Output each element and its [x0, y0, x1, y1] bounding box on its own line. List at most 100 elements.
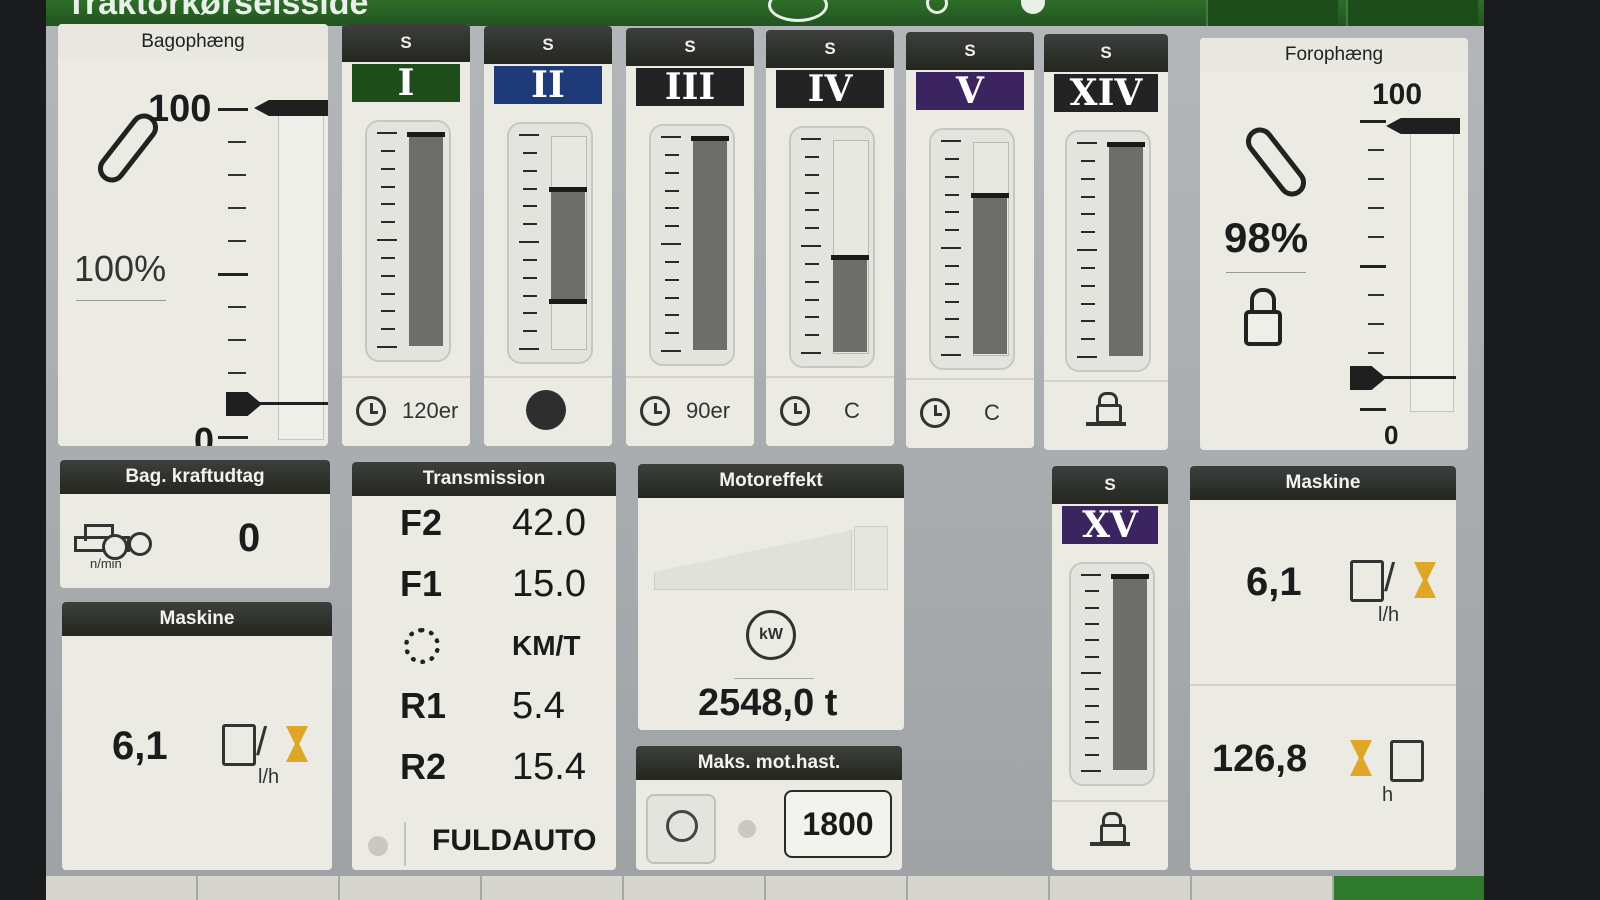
- gauge-tick: [381, 274, 395, 277]
- gear-icon: [404, 628, 440, 664]
- valve-footer[interactable]: 120er: [342, 376, 470, 446]
- gauge-tick: [805, 155, 819, 158]
- fuel-pump-icon: [1350, 560, 1384, 602]
- valve-footer[interactable]: [484, 376, 612, 446]
- gauge-tick: [381, 167, 395, 170]
- valve-i-panel[interactable]: S I 120er: [342, 24, 470, 446]
- gauge-tick: [1085, 704, 1099, 707]
- gauge-tick: [661, 136, 681, 138]
- engine-kw-icon: kW: [746, 610, 796, 660]
- transmission-mode[interactable]: FULDAUTO: [432, 824, 596, 858]
- valve-flow-gauge[interactable]: [649, 124, 735, 366]
- valve-footer[interactable]: [1044, 380, 1168, 450]
- gauge-flow-fill: [1113, 576, 1147, 770]
- valve-flow-gauge[interactable]: [365, 120, 451, 362]
- softkey-9[interactable]: [1192, 876, 1334, 900]
- valve-footer[interactable]: C: [906, 378, 1034, 448]
- max-engine-speed-panel[interactable]: Maks. mot.hast. 1800: [636, 746, 902, 870]
- max-engine-speed-header: Maks. mot.hast.: [636, 746, 902, 780]
- valve-flow-gauge[interactable]: [929, 128, 1015, 370]
- rear-hitch-panel[interactable]: Bagophæng 100 100% 0: [58, 24, 328, 446]
- gauge-tick: [1085, 688, 1099, 691]
- valve-footer-text: 120er: [402, 398, 459, 423]
- gauge-tick: [665, 260, 679, 263]
- machine-left-value: 6,1: [112, 724, 168, 768]
- valve-flow-gauge[interactable]: [789, 126, 875, 368]
- rear-hitch-lower-limit-marker[interactable]: [226, 392, 262, 416]
- machine-left-header: Maskine: [62, 602, 332, 636]
- gauge-flow-fill: [693, 138, 727, 350]
- status-icon[interactable]: [926, 0, 948, 14]
- machine-left-panel[interactable]: Maskine 6,1 / l/h: [62, 602, 332, 870]
- transmission-header: Transmission: [352, 462, 616, 496]
- hourglass-icon: [1414, 562, 1436, 598]
- engine-speed-icon[interactable]: [646, 794, 716, 864]
- front-hitch-header: Forophæng: [1200, 38, 1468, 72]
- front-hitch-position-marker[interactable]: [1386, 118, 1460, 134]
- valve-section-label: S: [1044, 34, 1168, 72]
- topbar-button-1[interactable]: [1206, 0, 1338, 26]
- valve-iv-panel[interactable]: S IV C: [766, 30, 894, 446]
- softkey-6[interactable]: [766, 876, 908, 900]
- rear-hitch-position-marker[interactable]: [254, 100, 328, 116]
- valve-footer[interactable]: [1052, 800, 1168, 870]
- valve-iii-panel[interactable]: S III 90er: [626, 28, 754, 446]
- max-engine-speed-value-box[interactable]: 1800: [784, 790, 892, 858]
- clock-icon: [920, 398, 950, 428]
- page-title: Traktorkørselsside: [66, 0, 369, 22]
- softkey-4[interactable]: [482, 876, 624, 900]
- info-icon[interactable]: [1021, 0, 1045, 14]
- transmission-speed-unit: KM/T: [512, 630, 581, 661]
- tractor-screen: Traktorkørselsside Bagophæng 100 100% 0: [46, 0, 1484, 900]
- softkey-5[interactable]: [624, 876, 766, 900]
- valve-footer[interactable]: C: [766, 376, 894, 446]
- valve-xiv-panel[interactable]: S XIV: [1044, 34, 1168, 450]
- valve-ii-panel[interactable]: S II: [484, 26, 612, 446]
- machine-right-panel[interactable]: Maskine 6,1 / l/h 126,8 h: [1190, 466, 1456, 870]
- valve-footer[interactable]: 90er: [626, 376, 754, 446]
- gauge-tick: [1081, 266, 1095, 269]
- softkey-2[interactable]: [198, 876, 340, 900]
- valve-number-badge: I: [352, 64, 460, 102]
- gauge-tick: [1081, 177, 1095, 180]
- gauge-tick: [1077, 142, 1097, 144]
- steering-icon[interactable]: [768, 0, 828, 22]
- softkey-1[interactable]: [46, 876, 198, 900]
- gauge-tick: [805, 227, 819, 230]
- engine-power-panel[interactable]: Motoreffekt kW 2548,0 t: [638, 464, 904, 730]
- gauge-flow-marker: [691, 136, 729, 141]
- valve-flow-gauge[interactable]: [507, 122, 593, 364]
- valve-section-label: S: [1052, 466, 1168, 504]
- gauge-tick: [523, 294, 537, 297]
- gauge-tick: [945, 211, 959, 214]
- topbar-button-2[interactable]: [1346, 0, 1478, 26]
- softkey-10[interactable]: [1334, 876, 1484, 900]
- softkey-7[interactable]: [908, 876, 1050, 900]
- gauge-tick: [941, 354, 961, 356]
- transmission-panel[interactable]: Transmission F2 42.0 F1 15.0 KM/T R1 5.4 R2 15.4…: [352, 462, 616, 870]
- gauge-tick: [381, 149, 395, 152]
- valve-section-label: S: [484, 26, 612, 64]
- front-hitch-panel[interactable]: Forophæng 100 98% 0: [1200, 38, 1468, 450]
- valve-number-badge: V: [916, 72, 1024, 110]
- softkey-3[interactable]: [340, 876, 482, 900]
- valve-v-panel[interactable]: SV C: [906, 32, 1034, 448]
- gauge-tick: [665, 314, 679, 317]
- valve-xv-panel[interactable]: S XV: [1052, 466, 1168, 870]
- gauge-tick: [523, 258, 537, 261]
- gauge-tick: [945, 264, 959, 267]
- front-hitch-percent: 98%: [1224, 214, 1309, 261]
- gauge-tick: [801, 352, 821, 354]
- gauge-tick: [523, 276, 537, 279]
- pto-panel[interactable]: Bag. kraftudtag n/min 0: [60, 460, 330, 588]
- valve-flow-gauge[interactable]: [1069, 562, 1155, 786]
- transmission-gear-label: R2: [400, 746, 447, 787]
- gauge-tick: [523, 151, 537, 154]
- valve-section-label: S: [626, 28, 754, 66]
- transmission-mode-indicator: [368, 836, 388, 856]
- valve-flow-gauge[interactable]: [1065, 130, 1151, 372]
- gauge-tick: [1081, 338, 1095, 341]
- valve-number-badge: IV: [776, 70, 884, 108]
- softkey-8[interactable]: [1050, 876, 1192, 900]
- gauge-tick: [1085, 737, 1099, 740]
